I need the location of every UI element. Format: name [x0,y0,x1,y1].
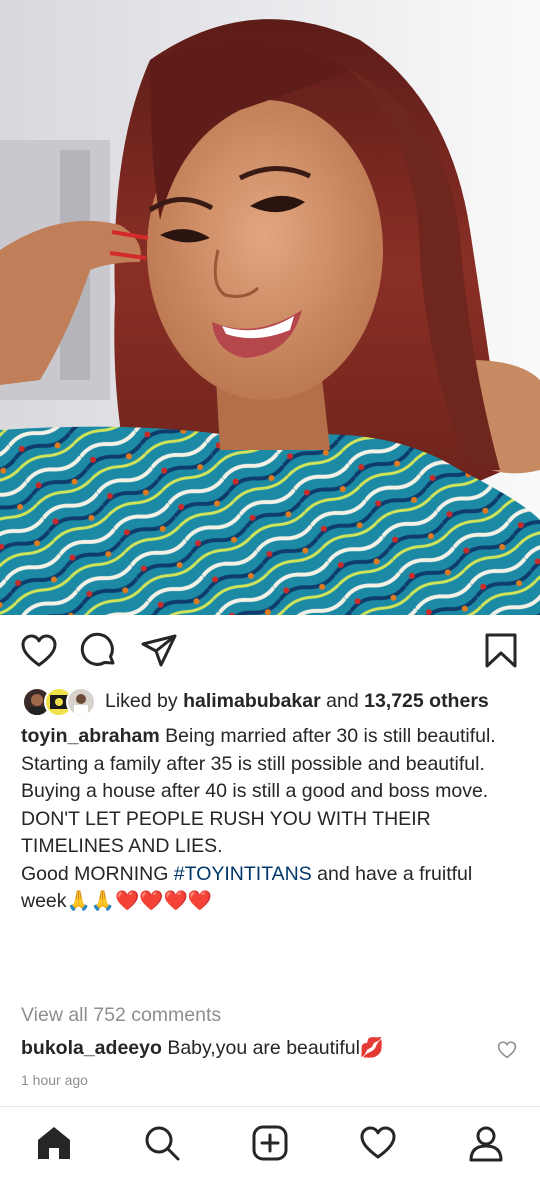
likes-connector: and [326,690,359,712]
comment-text: Baby,you are beautiful💋 [167,1037,385,1059]
caption-line: toyin_abraham Being married after 30 is … [21,723,521,751]
activity-heart-icon[interactable] [359,1124,397,1162]
caption-text: Being married after 30 is still beautifu… [165,725,496,747]
caption-username[interactable]: toyin_abraham [21,725,160,747]
search-icon[interactable] [143,1124,181,1162]
liker-avatars[interactable] [22,687,98,717]
post-image-illustration [0,0,540,615]
liker-username[interactable]: halimabubakar [183,690,321,712]
likes-row: Liked by halimabubakar and 13,725 others [0,687,540,719]
avatar [66,687,96,717]
profile-icon[interactable] [467,1124,505,1162]
caption-text: Good MORNING [21,862,174,885]
caption-line: Starting a family after 35 is still poss… [21,752,485,775]
bookmark-icon[interactable] [482,632,520,670]
bottom-navigation [0,1107,540,1180]
heart-icon[interactable] [20,632,58,670]
post-photo[interactable] [0,0,540,615]
liked-by-label: Liked by [105,690,178,712]
comment-row: bukola_adeeyo Baby,you are beautiful💋 [21,1036,491,1060]
comment-heart-icon[interactable] [497,1040,517,1060]
comment-username[interactable]: bukola_adeeyo [21,1037,162,1059]
paper-plane-icon[interactable] [140,632,178,670]
likes-count[interactable]: 13,725 others [364,690,489,712]
add-post-icon[interactable] [251,1124,289,1162]
hashtag-link[interactable]: #TOYINTITANS [174,863,312,885]
post-action-bar [0,615,540,687]
post-caption: toyin_abraham Being married after 30 is … [21,723,521,916]
comment-bubble-icon[interactable] [80,632,118,670]
caption-line: Good MORNING #TOYINTITANS and have a fru… [21,861,521,916]
home-icon[interactable] [35,1124,73,1162]
caption-line: DON'T LET PEOPLE RUSH YOU WITH THEIR TIM… [21,807,431,858]
post-timestamp: 1 hour ago [21,1072,88,1088]
view-all-comments-link[interactable]: View all 752 comments [21,1004,221,1027]
caption-line: Buying a house after 40 is still a good … [21,780,489,802]
likes-summary[interactable]: Liked by halimabubakar and 13,725 others [105,690,489,713]
